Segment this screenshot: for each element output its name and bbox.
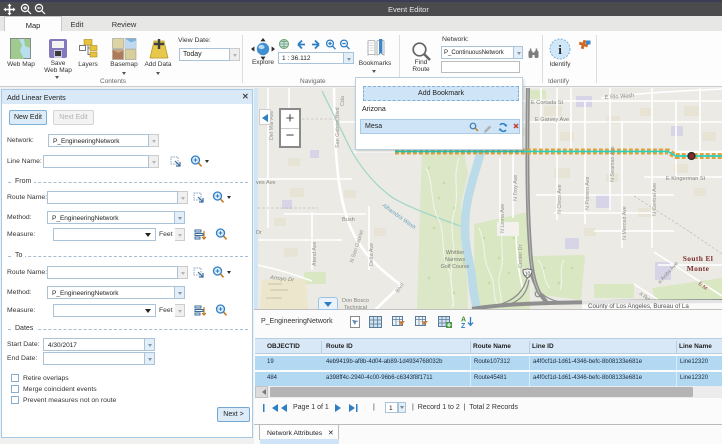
svg-text:Whittier: Whittier (446, 250, 464, 256)
svg-text:Dr: Dr (256, 230, 262, 236)
svg-text:N Seaman Ave: N Seaman Ave (610, 146, 616, 182)
svg-text:Narrows: Narrows (445, 257, 465, 263)
svg-text:10: 10 (525, 272, 531, 278)
svg-text:South El: South El (683, 254, 714, 263)
svg-text:San Gabriel Blvd: San Gabriel Blvd (335, 108, 341, 148)
svg-text:N Potrero Ave: N Potrero Ave (585, 177, 591, 210)
svg-text:Delta Ave: Delta Ave (369, 243, 375, 266)
svg-text:N Central Ave: N Central Ave (652, 183, 658, 216)
svg-text:County of Los Angeles, Bureau: County of Los Angeles, Bureau of La (588, 303, 689, 310)
svg-text:E Kingerman St: E Kingerman St (666, 176, 706, 182)
svg-text:Golf Course: Golf Course (441, 264, 470, 270)
svg-text:N Troy Ave: N Troy Ave (513, 175, 519, 201)
svg-text:N Chico Ave: N Chico Ave (557, 184, 563, 214)
svg-text:Z: Z (461, 323, 466, 328)
svg-text:N Lema Ave: N Lema Ave (500, 204, 506, 233)
svg-text:i: i (558, 42, 562, 57)
svg-text:E Garvey Ave: E Garvey Ave (535, 117, 569, 123)
svg-text:Monte: Monte (687, 264, 710, 273)
svg-text:N Merced Ave: N Merced Ave (622, 206, 628, 240)
svg-text:E Cortada St: E Cortada St (531, 100, 563, 106)
svg-text:Center Dr: Center Dr (518, 244, 524, 268)
svg-text:ves Ave: ves Ave (256, 180, 276, 186)
svg-text:Don Bosco: Don Bosco (342, 298, 369, 304)
svg-text:Atend Ave: Atend Ave (312, 242, 318, 266)
svg-text:Cda: Cda (340, 96, 346, 106)
svg-text:Bush: Bush (342, 217, 355, 223)
